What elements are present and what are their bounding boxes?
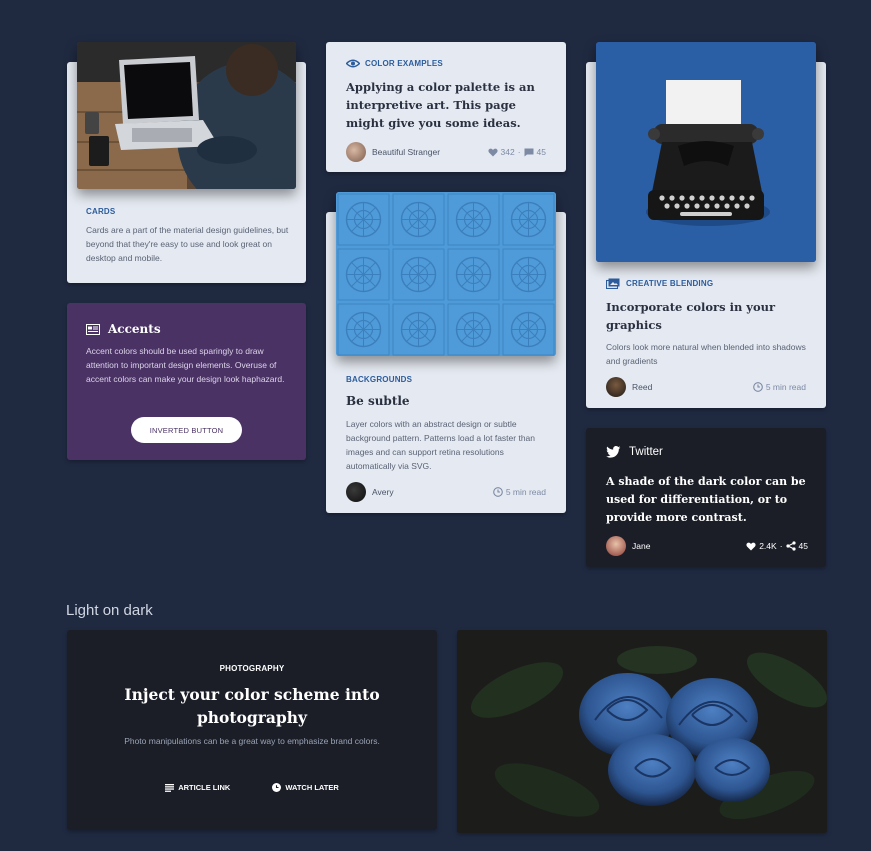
clock-icon [752, 382, 763, 392]
avatar [346, 482, 366, 502]
backgrounds-author: Avery [372, 487, 394, 497]
photography-label: PHOTOGRAPHY [219, 664, 285, 673]
watch-later-button[interactable]: WATCH LATER [272, 783, 339, 792]
accents-card: Accents Accent colors should be used spa… [67, 303, 306, 460]
tile-pattern-graphic [336, 192, 556, 356]
section-title: Light on dark [66, 602, 153, 619]
color-examples-card: COLOR EXAMPLES Applying a color palette … [326, 42, 566, 172]
twitter-title: Twitter [629, 446, 663, 458]
watch-later-icon [272, 783, 282, 792]
twitter-shares: 45 [798, 541, 808, 551]
backgrounds-read-time: 5 min read [505, 487, 546, 497]
creative-blending-read-time: 5 min read [765, 382, 806, 392]
watch-later-label: WATCH LATER [285, 783, 339, 792]
twitter-icon[interactable] [606, 446, 621, 458]
color-examples-comments: 45 [536, 147, 546, 157]
creative-blending-author: Reed [632, 382, 653, 392]
inverted-button[interactable]: INVERTED BUTTON [131, 417, 242, 443]
accents-card-body: Accent colors should be used sparingly t… [86, 346, 285, 384]
meta-separator: · [517, 147, 521, 157]
cards-card-body: Cards are a part of the material design … [86, 225, 289, 263]
eye-icon [346, 59, 360, 68]
twitter-likes: 2.4K [759, 541, 777, 551]
laptop-photo-graphic [77, 42, 296, 189]
share-icon[interactable] [785, 541, 796, 551]
roses-photo [457, 630, 827, 833]
avatar [606, 536, 626, 556]
backgrounds-body: Layer colors with an abstract design or … [346, 419, 536, 471]
photography-body: Photo manipulations can be a great way t… [124, 736, 380, 746]
heart-icon[interactable] [487, 148, 498, 157]
color-examples-label: COLOR EXAMPLES [365, 59, 443, 68]
meta-separator: · [779, 541, 783, 551]
typewriter-photo [596, 42, 816, 262]
avatar [606, 377, 626, 397]
backgrounds-title: Be subtle [346, 394, 410, 408]
photo-library-icon [606, 278, 620, 289]
photography-card: PHOTOGRAPHY Inject your color scheme int… [67, 630, 437, 830]
creative-blending-label: CREATIVE BLENDING [626, 279, 714, 288]
twitter-author: Jane [632, 541, 651, 551]
photography-title: Inject your color scheme into photograph… [124, 685, 380, 727]
backgrounds-label: BACKGROUNDS [346, 375, 413, 384]
avatar [346, 142, 366, 162]
laptop-photo [77, 42, 296, 189]
cards-card-label: CARDS [86, 207, 116, 216]
article-link-label: ARTICLE LINK [178, 783, 231, 792]
tile-pattern-image [336, 192, 556, 356]
accents-card-title: Accents [108, 322, 161, 336]
twitter-card: Twitter A shade of the dark color can be… [586, 428, 826, 567]
twitter-body: A shade of the dark color can be used fo… [606, 475, 806, 524]
comment-icon[interactable] [524, 148, 534, 157]
roses-photo-graphic [457, 630, 827, 833]
color-examples-author: Beautiful Stranger [372, 147, 441, 157]
color-examples-title: Applying a color palette is an interpret… [346, 80, 535, 130]
article-link-button[interactable]: ARTICLE LINK [165, 783, 230, 792]
article-icon [165, 783, 175, 792]
clock-icon [492, 487, 503, 497]
creative-blending-body: Colors look more natural when blended in… [606, 342, 806, 366]
heart-icon[interactable] [746, 542, 756, 551]
newspaper-icon [86, 323, 100, 335]
color-examples-likes: 342 [500, 147, 515, 157]
typewriter-photo-graphic [596, 42, 816, 262]
creative-blending-title: Incorporate colors in your graphics [606, 300, 776, 332]
